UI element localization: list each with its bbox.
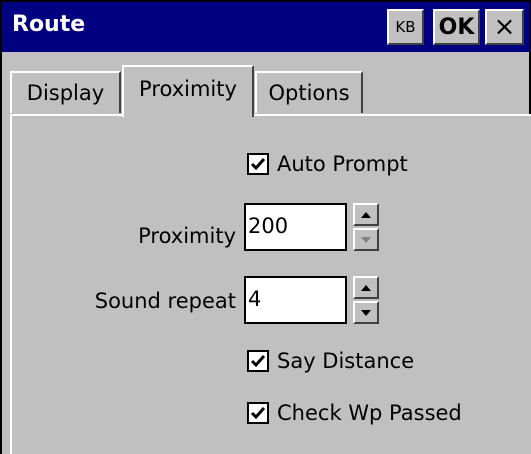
proximity-spinner — [352, 203, 380, 251]
proximity-input[interactable]: 200 — [244, 203, 347, 251]
auto-prompt-checkbox[interactable]: Auto Prompt — [247, 152, 408, 176]
say-distance-label: Say Distance — [277, 349, 415, 373]
ok-button-label: OK — [438, 14, 475, 40]
keyboard-button[interactable]: KB — [387, 9, 424, 45]
up-arrow-icon — [361, 211, 371, 218]
tab-display[interactable]: Display — [10, 71, 121, 113]
check-wp-passed-label: Check Wp Passed — [277, 401, 462, 425]
window-title: Route — [12, 12, 86, 37]
tab-proximity-label: Proximity — [139, 77, 237, 101]
tab-strip: Display Proximity Options — [2, 52, 529, 117]
sound-repeat-spinner — [352, 276, 380, 324]
tab-proximity[interactable]: Proximity — [122, 65, 254, 117]
title-bar: Route KB OK × — [2, 2, 529, 52]
proximity-label: Proximity — [138, 224, 236, 248]
sound-repeat-down-button[interactable] — [353, 301, 379, 324]
auto-prompt-box[interactable] — [247, 153, 269, 175]
keyboard-button-label: KB — [395, 18, 416, 36]
proximity-down-button[interactable] — [353, 228, 379, 251]
tab-display-label: Display — [26, 81, 105, 105]
sound-repeat-label: Sound repeat — [94, 289, 236, 313]
down-arrow-icon — [361, 236, 371, 243]
ok-button[interactable]: OK — [433, 9, 480, 45]
check-icon — [250, 355, 266, 368]
proximity-panel: Auto Prompt Proximity 200 Sound repeat 4 — [10, 114, 531, 454]
sound-repeat-input[interactable]: 4 — [244, 276, 347, 324]
down-arrow-icon — [361, 309, 371, 316]
check-wp-passed-box[interactable] — [247, 402, 269, 424]
sound-repeat-up-button[interactable] — [353, 276, 379, 299]
route-window: Route KB OK × Display Proximity Options — [0, 0, 531, 454]
say-distance-checkbox[interactable]: Say Distance — [247, 349, 414, 373]
check-icon — [250, 158, 266, 171]
proximity-up-button[interactable] — [353, 203, 379, 226]
auto-prompt-label: Auto Prompt — [277, 152, 408, 176]
tab-options[interactable]: Options — [255, 71, 363, 113]
up-arrow-icon — [361, 284, 371, 291]
check-icon — [250, 407, 266, 420]
close-button[interactable]: × — [485, 9, 524, 45]
close-icon: × — [493, 12, 516, 42]
check-wp-passed-checkbox[interactable]: Check Wp Passed — [247, 401, 462, 425]
tab-options-label: Options — [268, 81, 350, 105]
say-distance-box[interactable] — [247, 350, 269, 372]
